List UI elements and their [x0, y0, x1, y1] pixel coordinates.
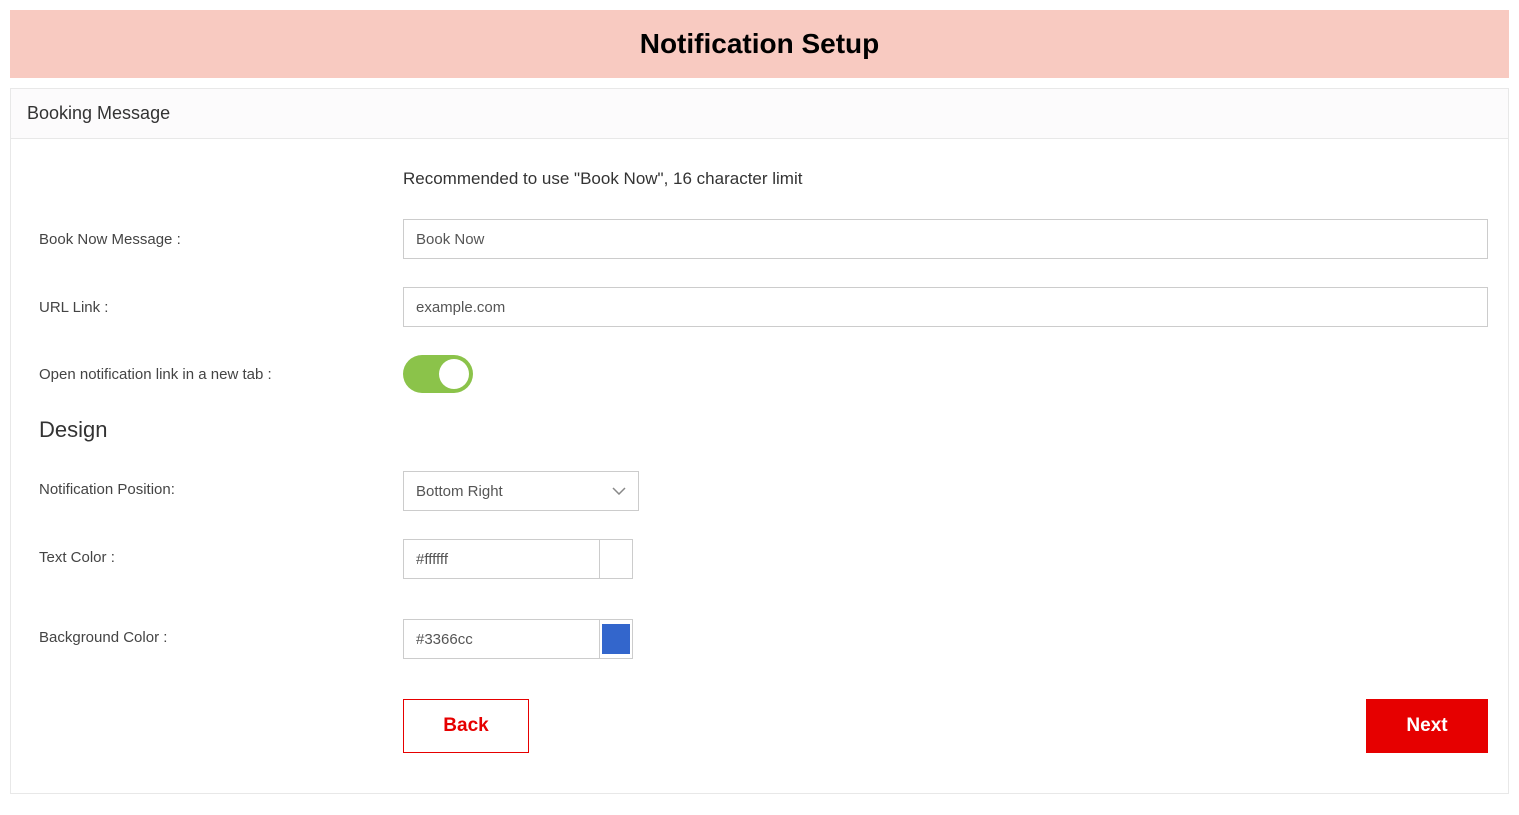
- text-color-input[interactable]: [403, 539, 599, 579]
- hint-text: Recommended to use "Book Now", 16 charac…: [403, 169, 1488, 189]
- position-value: Bottom Right: [416, 483, 503, 500]
- url-label: URL Link :: [31, 299, 403, 316]
- text-color-picker[interactable]: [599, 539, 633, 579]
- new-tab-toggle[interactable]: [403, 355, 473, 393]
- settings-card: Booking Message Recommended to use "Book…: [10, 88, 1509, 794]
- card-header: Booking Message: [11, 89, 1508, 139]
- new-tab-row: Open notification link in a new tab :: [31, 355, 1488, 393]
- next-button[interactable]: Next: [1366, 699, 1488, 753]
- position-select[interactable]: Bottom Right: [403, 471, 639, 511]
- position-label: Notification Position:: [31, 471, 403, 498]
- button-row: Back Next: [31, 699, 1488, 753]
- new-tab-label: Open notification link in a new tab :: [31, 366, 403, 383]
- bg-color-input[interactable]: [403, 619, 599, 659]
- bg-color-label: Background Color :: [31, 619, 403, 646]
- page-title: Notification Setup: [10, 28, 1509, 60]
- text-color-swatch: [602, 544, 630, 574]
- bg-color-picker[interactable]: [599, 619, 633, 659]
- book-now-row: Book Now Message :: [31, 219, 1488, 259]
- chevron-down-icon: [612, 487, 626, 495]
- book-now-input[interactable]: [403, 219, 1488, 259]
- bg-color-swatch: [602, 624, 630, 654]
- text-color-row: Text Color :: [31, 539, 1488, 579]
- position-row: Notification Position: Bottom Right: [31, 471, 1488, 511]
- book-now-label: Book Now Message :: [31, 231, 403, 248]
- back-button[interactable]: Back: [403, 699, 529, 753]
- design-section-title: Design: [31, 417, 1488, 443]
- bg-color-row: Background Color :: [31, 619, 1488, 659]
- card-body: Recommended to use "Book Now", 16 charac…: [11, 139, 1508, 793]
- page-header: Notification Setup: [10, 10, 1509, 78]
- card-title: Booking Message: [27, 103, 1492, 124]
- text-color-label: Text Color :: [31, 539, 403, 566]
- url-row: URL Link :: [31, 287, 1488, 327]
- url-input[interactable]: [403, 287, 1488, 327]
